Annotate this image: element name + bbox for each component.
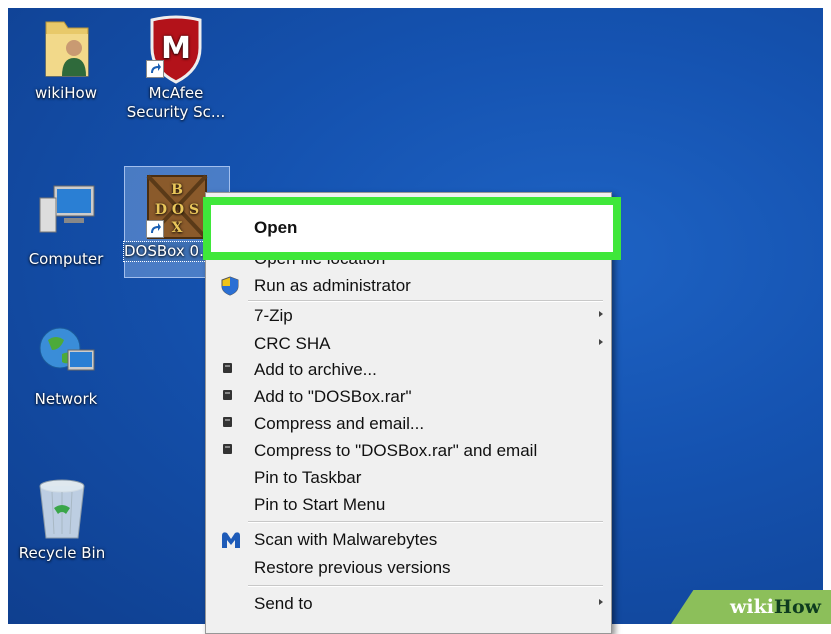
icon-label: Computer — [28, 250, 104, 268]
menu-item-label: Restore previous versions — [254, 558, 451, 577]
menu-item-label: Compress and email... — [254, 414, 425, 433]
menu-item-label: Add to "DOSBox.rar" — [254, 387, 412, 406]
menu-item-label: Send to — [254, 594, 313, 613]
menu-item-run-as-administrator[interactable]: Run as administrator — [206, 272, 611, 299]
menu-item-add-to-dosbox-rar[interactable]: Add to "DOSBox.rar" — [206, 383, 611, 410]
network-globe-icon — [34, 320, 98, 384]
winrar-icon — [223, 417, 232, 427]
submenu-arrow-icon — [599, 339, 603, 345]
menu-item-label: Open — [254, 218, 298, 237]
svg-text:D O S: D O S — [155, 202, 199, 218]
menu-item-label: 7-Zip — [254, 306, 293, 325]
menu-item-scan-with-malwarebytes[interactable]: Scan with Malwarebytes — [206, 526, 611, 553]
desktop-icon-mcafee[interactable]: M McAfee Security Sc... — [122, 14, 230, 122]
menu-item-label: Pin to Taskbar — [254, 468, 362, 487]
computer-icon — [34, 180, 98, 244]
submenu-arrow-icon — [599, 311, 603, 317]
user-folder-icon — [34, 14, 98, 78]
menu-item-label: Add to archive... — [254, 360, 377, 379]
menu-item-label: Compress to "DOSBox.rar" and email — [254, 441, 538, 460]
menu-item-label: Pin to Start Menu — [254, 495, 386, 514]
menu-item-open[interactable]: Open — [203, 197, 621, 260]
menu-item-compress-and-email[interactable]: Compress and email... — [206, 410, 611, 437]
menu-item-send-to[interactable]: Send to — [206, 590, 611, 617]
icon-label: McAfee Security Sc... — [126, 84, 226, 121]
wikihow-watermark: wikiHow — [671, 590, 831, 624]
svg-text:B: B — [171, 182, 183, 198]
shortcut-arrow-icon — [146, 220, 164, 238]
dosbox-icon: B D O S X — [144, 174, 208, 240]
desktop-icon-computer[interactable]: Computer — [12, 180, 120, 269]
mcafee-shield-icon: M — [144, 14, 208, 84]
menu-item-label: CRC SHA — [254, 334, 331, 353]
icon-label: Network — [34, 390, 98, 408]
winrar-icon — [223, 444, 232, 454]
icon-label: Recycle Bin — [18, 544, 106, 562]
desktop-icon-network[interactable]: Network — [12, 320, 120, 409]
menu-item-label: Run as administrator — [254, 276, 411, 295]
shortcut-arrow-icon — [146, 60, 164, 78]
menu-item-pin-to-taskbar[interactable]: Pin to Taskbar — [206, 464, 611, 491]
menu-item-label: Scan with Malwarebytes — [254, 530, 438, 549]
submenu-arrow-icon — [599, 599, 603, 605]
winrar-icon — [223, 390, 232, 400]
desktop-icon-wikihow[interactable]: wikiHow — [12, 14, 120, 103]
svg-text:M: M — [161, 31, 191, 66]
menu-separator — [248, 521, 603, 523]
menu-separator — [248, 585, 603, 587]
menu-item-add-to-archive[interactable]: Add to archive... — [206, 356, 611, 383]
menu-item-crc-sha[interactable]: CRC SHA — [206, 330, 611, 357]
winrar-icon — [223, 363, 232, 373]
desktop-icon-recycle-bin[interactable]: Recycle Bin — [8, 474, 116, 563]
watermark-part2: How — [774, 596, 821, 618]
menu-separator — [248, 300, 603, 302]
menu-item-compress-to-dosbox-rar-and-email[interactable]: Compress to "DOSBox.rar" and email — [206, 437, 611, 464]
menu-item-restore-previous-versions[interactable]: Restore previous versions — [206, 554, 611, 581]
icon-label: wikiHow — [34, 84, 97, 102]
svg-text:X: X — [172, 220, 183, 236]
recycle-bin-icon — [30, 474, 94, 539]
menu-item-7zip[interactable]: 7-Zip — [206, 302, 611, 329]
watermark-part1: wiki — [730, 596, 775, 618]
uac-shield-icon — [220, 276, 240, 296]
malwarebytes-icon — [220, 530, 240, 550]
menu-item-pin-to-start-menu[interactable]: Pin to Start Menu — [206, 491, 611, 518]
